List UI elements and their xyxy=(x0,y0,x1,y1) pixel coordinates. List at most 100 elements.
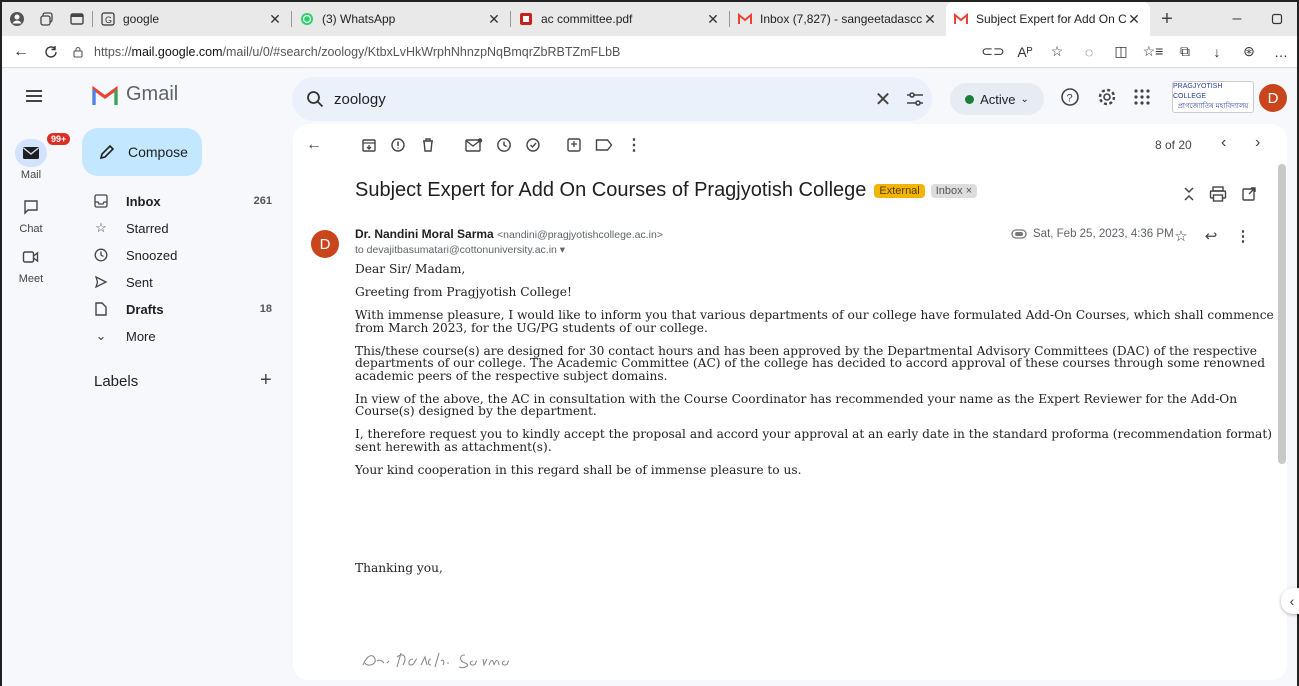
report-spam-icon[interactable] xyxy=(387,134,409,156)
attachment-link-icon xyxy=(1011,229,1027,239)
close-tab-icon[interactable]: ✕ xyxy=(486,11,502,28)
label-tag-icon[interactable] xyxy=(593,134,615,156)
rail-chat[interactable]: Chat xyxy=(8,193,54,235)
url-prefix: https:// xyxy=(94,44,132,59)
mark-unread-icon[interactable] xyxy=(463,134,485,156)
collapse-all-icon[interactable] xyxy=(1179,184,1199,204)
chevron-down-icon: ⌄ xyxy=(1020,93,1029,105)
archive-icon[interactable] xyxy=(358,134,380,156)
downloads-icon[interactable]: ↓ xyxy=(1201,37,1233,67)
account-avatar[interactable]: D xyxy=(1259,84,1287,112)
add-task-icon[interactable] xyxy=(523,134,545,156)
lock-icon xyxy=(72,46,84,58)
side-panel-toggle-icon[interactable]: ‹ xyxy=(1281,588,1299,614)
reply-icon[interactable]: ↩ xyxy=(1201,226,1221,246)
back-arrow-icon[interactable]: ← xyxy=(6,37,36,67)
message-date: Sat, Feb 25, 2023, 4:36 PM xyxy=(1011,228,1174,240)
sender-email: <nandini@pragjyotishcollege.ac.in> xyxy=(497,229,663,241)
add-label-icon[interactable]: + xyxy=(260,369,272,392)
settings-gear-icon[interactable] xyxy=(1095,85,1119,109)
search-input[interactable]: zoology xyxy=(334,91,868,108)
extensions-icon[interactable]: ◌ xyxy=(1073,37,1105,67)
logo-line-1: PRAGJYOTISH COLLEGE xyxy=(1173,83,1223,100)
workspaces-icon[interactable] xyxy=(32,2,62,36)
url-field[interactable]: https://mail.google.com/mail/u/0/#search… xyxy=(66,39,906,65)
gmail-app: Gmail zoology ✕ Active ⌄ ? PRAGJYOTISH C… xyxy=(2,69,1297,686)
close-tab-icon[interactable]: ✕ xyxy=(705,11,721,28)
svg-text:G: G xyxy=(105,15,112,25)
tab-pdf[interactable]: ac committee.pdf ✕ xyxy=(511,2,729,36)
more-options-icon[interactable]: ⋮ xyxy=(623,134,645,156)
close-tab-icon[interactable]: ✕ xyxy=(267,11,283,28)
labels-heading: Labels xyxy=(94,373,139,390)
profile-icon[interactable] xyxy=(2,2,32,36)
nav-drafts[interactable]: Drafts 18 xyxy=(82,296,282,322)
new-tab-icon[interactable]: + xyxy=(1150,2,1184,36)
tab-actions-icon[interactable] xyxy=(62,2,92,36)
tab-inbox[interactable]: Inbox (7,827) - sangeetadasccss ✕ xyxy=(730,2,946,36)
tab-whatsapp[interactable]: (3) WhatsApp ✕ xyxy=(292,2,510,36)
recipient-details[interactable]: to devajitbasumatari@cottonuniversity.ac… xyxy=(355,244,565,256)
gmail-logo[interactable]: Gmail xyxy=(92,83,178,106)
nav-more[interactable]: ⌄ More xyxy=(82,323,282,349)
snooze-clock-icon[interactable] xyxy=(493,134,515,156)
tab-google[interactable]: G google ✕ xyxy=(93,2,291,36)
minimize-icon[interactable]: – xyxy=(1217,2,1257,36)
nav-starred[interactable]: ☆ Starred xyxy=(82,215,282,241)
more-menu-icon[interactable]: … xyxy=(1265,37,1297,67)
status-dropdown[interactable]: Active ⌄ xyxy=(950,83,1044,115)
refresh-icon[interactable] xyxy=(36,37,66,67)
compose-label: Compose xyxy=(128,144,188,160)
back-to-search-icon[interactable]: ← xyxy=(303,134,325,156)
scrollbar-thumb[interactable] xyxy=(1278,164,1286,464)
sender-name[interactable]: Dr. Nandini Moral Sarma xyxy=(355,227,494,241)
star-message-icon[interactable]: ☆ xyxy=(1171,226,1191,246)
older-chevron-icon[interactable]: › xyxy=(1255,134,1260,152)
favorite-star-icon[interactable]: ☆ xyxy=(1041,37,1073,67)
main-menu-icon[interactable] xyxy=(22,84,48,110)
restore-window-icon[interactable] xyxy=(1257,2,1297,36)
delete-trash-icon[interactable] xyxy=(417,134,439,156)
nav-label: Inbox xyxy=(126,193,161,209)
split-screen-icon[interactable]: ◫ xyxy=(1105,37,1137,67)
copilot-icon[interactable]: ⊛ xyxy=(1233,37,1265,67)
collections-icon[interactable]: ⧉ xyxy=(1169,37,1201,67)
search-bar[interactable]: zoology ✕ xyxy=(292,77,932,121)
active-status-dot xyxy=(965,94,975,104)
star-icon: ☆ xyxy=(95,220,107,235)
nav-sent[interactable]: Sent xyxy=(82,269,282,295)
rail-mail[interactable]: 99+ Mail xyxy=(8,133,71,181)
nav-inbox[interactable]: Inbox 261 xyxy=(82,188,282,214)
tab-title: Subject Expert for Add On Cours xyxy=(976,12,1126,26)
message-panel: ← ⋮ 8 of 20 ‹ › Subject Expert for Add O… xyxy=(293,124,1287,680)
organization-logo[interactable]: PRAGJYOTISH COLLEGE প্ৰাগজ্যোতিষ মহাবিদ্… xyxy=(1172,81,1254,113)
print-icon[interactable] xyxy=(1208,184,1228,204)
nav-label: Snoozed xyxy=(126,247,178,263)
close-tab-icon[interactable]: ✕ xyxy=(922,11,938,28)
compose-button[interactable]: Compose xyxy=(82,128,202,176)
read-aloud-icon[interactable]: Aᴾ xyxy=(1009,37,1041,67)
sender-avatar[interactable]: D xyxy=(311,230,339,258)
rail-meet[interactable]: Meet xyxy=(8,243,54,285)
help-icon[interactable]: ? xyxy=(1058,85,1082,109)
body-paragraph: Your kind cooperation in this regard sha… xyxy=(355,462,802,477)
email-body: Dear Sir/ Madam, Greeting from Pragjyoti… xyxy=(355,263,1275,487)
tab-active-email[interactable]: Subject Expert for Add On Cours ✕ xyxy=(946,2,1150,36)
nav-snoozed[interactable]: Snoozed xyxy=(82,242,282,268)
rail-chat-label: Chat xyxy=(19,223,43,235)
search-icon[interactable] xyxy=(306,90,324,108)
nav-count: 18 xyxy=(259,303,272,315)
open-new-window-icon[interactable] xyxy=(1239,184,1259,204)
favorites-list-icon[interactable]: ☆≡ xyxy=(1137,37,1169,67)
newer-chevron-icon[interactable]: ‹ xyxy=(1221,134,1226,152)
search-options-icon[interactable] xyxy=(898,91,932,107)
reader-view-icon[interactable]: ⊂⊃ xyxy=(977,37,1009,67)
close-tab-icon[interactable]: ✕ xyxy=(1126,11,1142,28)
clear-search-icon[interactable]: ✕ xyxy=(868,87,898,112)
apps-grid-icon[interactable] xyxy=(1130,85,1154,109)
chat-icon xyxy=(15,193,47,221)
inbox-label-chip[interactable]: Inbox × xyxy=(930,183,978,198)
external-badge: External xyxy=(874,183,925,198)
message-more-icon[interactable]: ⋮ xyxy=(1233,226,1253,246)
move-to-icon[interactable] xyxy=(563,134,585,156)
